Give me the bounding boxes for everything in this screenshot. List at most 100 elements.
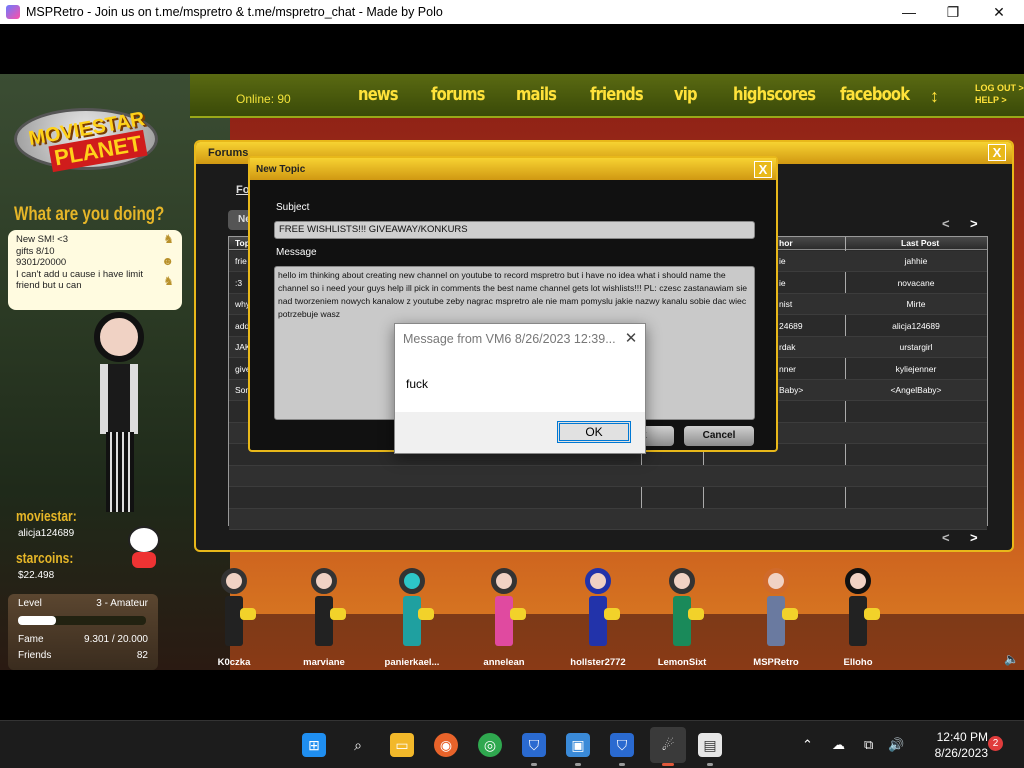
avatar-body — [315, 596, 333, 646]
empty-table-row — [229, 466, 987, 487]
terminal-window-icon[interactable]: ▤ — [698, 733, 722, 757]
room-avatar[interactable]: LemonSixt — [652, 568, 712, 668]
desktop: { "window": { "title": "MSPRetro - Join … — [0, 0, 1024, 768]
pager-prev-button[interactable]: < — [942, 216, 950, 231]
last-post-cell: <AngelBaby> — [890, 385, 942, 395]
status-line: I can't add u cause i have limit friend … — [16, 268, 143, 292]
room-avatar[interactable]: panierkael... — [382, 568, 442, 668]
message-box-title: Message from VM6 8/26/2023 12:39... — [403, 332, 616, 346]
message-box-ok-button[interactable]: OK — [557, 421, 631, 443]
friends-label: Friends — [18, 650, 52, 661]
last-post-cell: Mirte — [906, 299, 926, 309]
file-explorer-icon[interactable]: ▭ — [390, 733, 414, 757]
nav-friends[interactable]: friends — [590, 84, 644, 105]
author-cell: 24689 — [779, 320, 803, 331]
topic-cell: frie — [235, 256, 247, 266]
last-post-cell: novacane — [897, 277, 935, 288]
room-avatar[interactable]: marviane — [294, 568, 354, 668]
moviestar-name: alicja124689 — [18, 528, 75, 539]
nav-news[interactable]: news — [358, 84, 398, 105]
new-topic-close-button[interactable]: X — [754, 161, 772, 178]
chevron-up-icon[interactable]: ⌃ — [802, 737, 813, 753]
player-avatar[interactable] — [80, 306, 160, 526]
running-indicator — [575, 763, 581, 766]
room-avatar[interactable]: Elloho — [828, 568, 888, 668]
avatar-head — [311, 568, 337, 594]
maximize-button[interactable]: ❐ — [930, 0, 976, 24]
room-avatar[interactable]: K0czka — [204, 568, 264, 668]
logout-link[interactable]: LOG OUT > — [975, 82, 1024, 94]
scroll-arrow-icon[interactable]: ↕ — [930, 86, 939, 107]
close-window-button[interactable]: ✕ — [976, 0, 1022, 24]
avatar-body — [100, 364, 138, 434]
nav-mails[interactable]: mails — [516, 84, 557, 105]
avatar-body — [673, 596, 691, 646]
room-avatar[interactable]: annelean — [474, 568, 534, 668]
subject-input[interactable]: FREE WISHLISTS!!! GIVEAWAY/KONKURS — [274, 221, 755, 239]
forums-close-button[interactable]: X — [988, 144, 1006, 161]
remote-desktop-icon[interactable]: ▣ — [566, 733, 590, 757]
shield-app-icon[interactable]: ⛉ — [522, 733, 546, 757]
clock-time: 12:40 PM — [936, 730, 988, 744]
chat-bubble-icon — [510, 608, 526, 620]
last-post-cell: alicja124689 — [892, 320, 940, 331]
search-icon[interactable]: ⌕ — [346, 733, 370, 757]
status-line: 9301/20000 — [16, 257, 67, 268]
level-progress-bar — [18, 616, 146, 625]
fame-row: Fame 9.301 / 20.000 — [18, 634, 148, 645]
avatar-head — [221, 568, 247, 594]
avatar-head — [669, 568, 695, 594]
chat-bubble-icon — [688, 608, 704, 620]
pet-dog[interactable] — [124, 522, 164, 570]
chrome-icon[interactable]: ◎ — [478, 733, 502, 757]
subject-label: Subject — [276, 202, 310, 213]
nav-facebook[interactable]: facebook — [840, 84, 910, 105]
firefox-icon[interactable]: ◉ — [434, 733, 458, 757]
nav-highscores[interactable]: highscores — [733, 84, 816, 105]
system-clock[interactable]: 12:40 PM 8/26/2023 — [916, 729, 988, 761]
new-topic-title: New Topic — [256, 164, 306, 175]
speaker-icon[interactable]: 🔈 — [1004, 652, 1019, 666]
pager-prev-button-bottom[interactable]: < — [942, 530, 950, 545]
topic-cell: :3 — [235, 277, 243, 288]
pet-icon: ♞ — [163, 232, 174, 246]
pager-next-button-bottom[interactable]: > — [970, 530, 978, 545]
app-icon — [6, 5, 20, 19]
avatar-name: MSPRetro — [753, 657, 799, 668]
start-icon[interactable]: ⊞ — [302, 733, 326, 757]
nav-forums[interactable]: forums — [431, 84, 485, 105]
status-bubble[interactable]: New SM! <3 gifts 8/10 9301/20000 I can't… — [8, 230, 182, 310]
minimize-button[interactable]: — — [886, 0, 932, 24]
fame-value: 9.301 / 20.000 — [84, 634, 148, 645]
message-box-close-button[interactable]: ✕ — [621, 328, 641, 350]
network-off-icon[interactable]: ☁ — [832, 737, 845, 753]
volume-icon[interactable]: 🔊 — [888, 737, 904, 753]
empty-table-row — [229, 488, 987, 509]
mspretro-app-icon[interactable]: ☄ — [650, 727, 686, 763]
display-icon[interactable]: ⧉ — [864, 737, 873, 753]
level-label: Level — [18, 598, 42, 609]
room-avatar[interactable]: hollster2772 — [568, 568, 628, 668]
status-line: gifts 8/10 — [16, 245, 55, 257]
room-avatar[interactable]: MSPRetro — [746, 568, 806, 668]
new-topic-titlebar — [250, 158, 776, 180]
notification-badge[interactable]: 2 — [988, 736, 1003, 751]
shield-app-icon-2[interactable]: ⛉ — [610, 733, 634, 757]
pager-next-button[interactable]: > — [970, 216, 978, 231]
cancel-button[interactable]: Cancel — [684, 426, 754, 446]
level-value: 3 - Amateur — [96, 598, 148, 609]
status-line: New SM! <3 — [16, 234, 69, 245]
avatar-name: LemonSixt — [657, 657, 707, 668]
nav-vip[interactable]: vip — [674, 84, 698, 105]
author-cell: Baby> — [779, 385, 804, 395]
pet-body — [132, 552, 156, 568]
friends-row: Friends 82 — [18, 650, 148, 661]
empty-table-row — [229, 509, 987, 530]
moviestar-planet-logo[interactable]: MOVIESTAR PLANET — [14, 108, 158, 173]
help-link[interactable]: HELP > — [975, 94, 1024, 106]
forums-title: Forums — [208, 147, 249, 159]
avatar-body — [589, 596, 607, 646]
running-indicator — [707, 763, 713, 766]
avatar-body — [767, 596, 785, 646]
message-label: Message — [276, 247, 317, 258]
